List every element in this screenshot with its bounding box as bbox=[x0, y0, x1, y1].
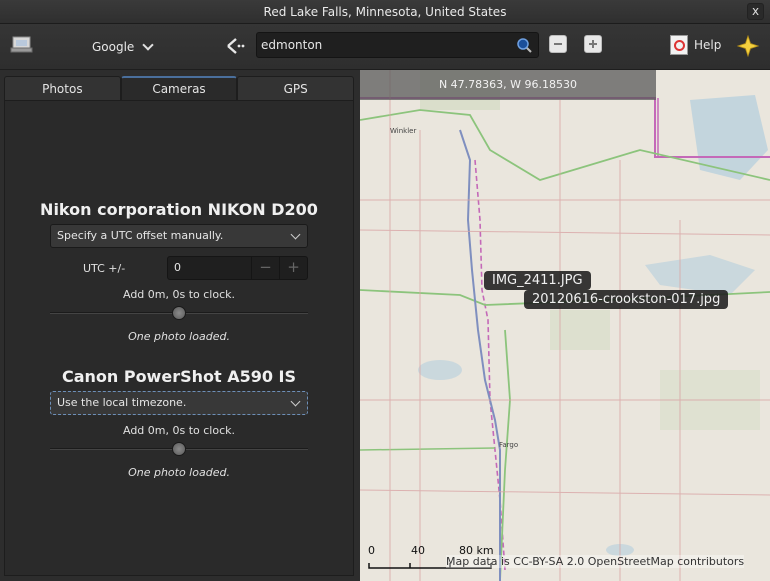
camera-2-title: Canon PowerShot A590 IS bbox=[61, 367, 297, 386]
zoom-in-icon bbox=[584, 35, 602, 53]
tab-bar: Photos Cameras GPS bbox=[4, 76, 355, 100]
window-title: Red Lake Falls, Minnesota, United States bbox=[263, 5, 507, 19]
scale-mid: 40 bbox=[411, 544, 425, 557]
camera-1-photo-status: One photo loaded. bbox=[128, 330, 230, 343]
chevron-down-icon bbox=[290, 396, 301, 407]
utc-offset-value[interactable]: 0 bbox=[174, 261, 181, 274]
increment-button[interactable]: + bbox=[279, 257, 307, 279]
tab-photos[interactable]: Photos bbox=[4, 76, 121, 100]
star-icon bbox=[736, 34, 760, 58]
camera-1-timezone-value: Specify a UTC offset manually. bbox=[57, 229, 224, 242]
close-icon[interactable]: x bbox=[747, 3, 764, 20]
camera-2-photo-status: One photo loaded. bbox=[128, 466, 230, 479]
zoom-out-button[interactable] bbox=[549, 35, 569, 55]
back-arrow-icon bbox=[227, 38, 245, 54]
map-canvas bbox=[360, 70, 770, 581]
camera-1-timezone-select[interactable]: Specify a UTC offset manually. bbox=[50, 224, 308, 248]
camera-1-clock-info: Add 0m, 0s to clock. bbox=[122, 288, 235, 301]
chevron-down-icon bbox=[290, 229, 301, 240]
camera-2-timezone-select[interactable]: Use the local timezone. bbox=[50, 391, 308, 415]
scale-zero: 0 bbox=[368, 544, 375, 557]
map-source-dropdown[interactable]: Google bbox=[92, 37, 154, 57]
back-button[interactable] bbox=[224, 35, 250, 57]
search-icon[interactable] bbox=[516, 37, 532, 53]
zoom-out-icon bbox=[549, 35, 567, 53]
help-label: Help bbox=[694, 38, 722, 52]
search-field[interactable] bbox=[256, 32, 539, 58]
open-files-button[interactable] bbox=[10, 34, 36, 56]
help-button[interactable]: Help bbox=[670, 34, 721, 56]
photo-label-marker[interactable]: IMG_2411.JPG bbox=[484, 271, 591, 290]
utc-offset-spinner[interactable]: 0 − + bbox=[167, 256, 308, 280]
map-attribution: Map data is CC-BY-SA 2.0 OpenStreetMap c… bbox=[446, 555, 745, 568]
title-bar: Red Lake Falls, Minnesota, United States… bbox=[0, 0, 770, 24]
town-label: Winkler bbox=[390, 127, 417, 135]
help-icon bbox=[670, 35, 688, 55]
tab-cameras[interactable]: Cameras bbox=[120, 76, 238, 100]
photo-label-marker[interactable]: 20120616-crookston-017.jpg bbox=[524, 290, 729, 309]
cameras-panel: Nikon corporation NIKON D200 Specify a U… bbox=[4, 100, 354, 576]
camera-2-offset-slider[interactable] bbox=[50, 442, 308, 456]
camera-1-offset-slider[interactable] bbox=[50, 306, 308, 320]
toolbar: Google Help bbox=[0, 24, 770, 70]
zoom-in-button[interactable] bbox=[584, 35, 604, 55]
camera-2-timezone-value: Use the local timezone. bbox=[57, 396, 187, 409]
decrement-button[interactable]: − bbox=[251, 257, 279, 279]
side-panel: Photos Cameras GPS Nikon corporation NIK… bbox=[0, 70, 358, 581]
search-input[interactable] bbox=[261, 36, 511, 54]
slider-knob[interactable] bbox=[172, 306, 186, 320]
town-label: Fargo bbox=[499, 441, 519, 449]
coordinates-readout: N 47.78363, W 96.18530 bbox=[360, 70, 656, 100]
map-view[interactable]: N 47.78363, W 96.18530 Winkler Fargo IMG… bbox=[360, 70, 770, 581]
open-folder-icon bbox=[10, 36, 33, 53]
camera-1-title: Nikon corporation NIKON D200 bbox=[40, 200, 318, 219]
camera-2-clock-info: Add 0m, 0s to clock. bbox=[122, 424, 235, 437]
chevron-down-icon bbox=[142, 39, 154, 51]
map-source-label: Google bbox=[92, 40, 135, 54]
slider-knob[interactable] bbox=[172, 442, 186, 456]
about-button[interactable] bbox=[736, 34, 760, 58]
utc-offset-label: UTC +/- bbox=[83, 262, 126, 275]
tab-gps[interactable]: GPS bbox=[237, 76, 355, 100]
